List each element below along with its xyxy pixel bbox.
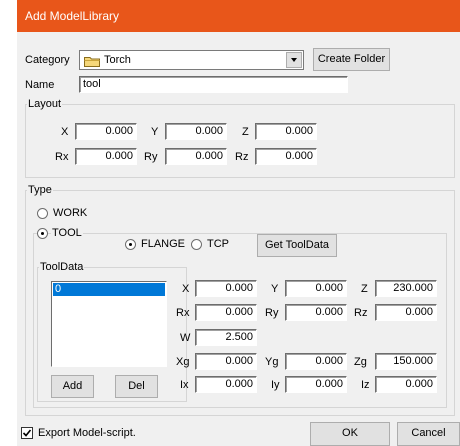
name-label: Name <box>25 79 55 91</box>
tool-z-input[interactable]: 230.000 <box>375 280 437 297</box>
tool-rx-label: Rx <box>176 307 190 319</box>
tool-zg-label: Zg <box>354 356 367 368</box>
folder-icon <box>84 56 100 67</box>
window-title: Add ModelLibrary <box>25 9 120 23</box>
tool-radio-label: TOOL <box>51 226 83 240</box>
get-tooldata-button[interactable]: Get ToolData <box>257 234 337 257</box>
tool-x-input[interactable]: 0.000 <box>195 280 257 297</box>
layout-group <box>25 104 455 178</box>
title-bar-edge <box>442 0 460 32</box>
tooldata-list[interactable]: 0 <box>51 281 167 367</box>
flange-radio[interactable] <box>125 239 136 250</box>
add-model-library-dialog: Add ModelLibrary Category Torch Create F… <box>17 0 460 446</box>
layout-x-label: X <box>61 126 69 138</box>
create-folder-button[interactable]: Create Folder <box>313 48 390 71</box>
layout-z-input[interactable]: 0.000 <box>255 123 317 140</box>
tool-yg-input[interactable]: 0.000 <box>285 353 347 370</box>
tool-y-label: Y <box>271 283 279 295</box>
tool-yg-label: Yg <box>265 356 279 368</box>
tool-radio[interactable] <box>37 228 48 239</box>
tool-z-label: Z <box>361 283 368 295</box>
tool-zg-input[interactable]: 150.000 <box>375 353 437 370</box>
tool-rx-input[interactable]: 0.000 <box>195 304 257 321</box>
layout-y-input[interactable]: 0.000 <box>165 123 227 140</box>
ok-button[interactable]: OK <box>310 422 390 446</box>
export-checkbox[interactable] <box>21 427 33 439</box>
tcp-radio-label: TCP <box>207 238 229 250</box>
tool-iz-label: Iz <box>361 379 370 391</box>
layout-z-label: Z <box>242 126 249 138</box>
list-item[interactable]: 0 <box>53 283 165 296</box>
layout-y-label: Y <box>151 126 159 138</box>
tool-iz-input[interactable]: 0.000 <box>375 376 437 393</box>
category-label: Category <box>25 54 70 66</box>
tool-ry-input[interactable]: 0.000 <box>285 304 347 321</box>
type-group-label: Type <box>27 184 53 196</box>
cancel-button[interactable]: Cancel <box>397 422 460 446</box>
tool-x-label: X <box>182 283 190 295</box>
layout-rz-input[interactable]: 0.000 <box>255 148 317 165</box>
title-bar[interactable]: Add ModelLibrary <box>17 0 460 32</box>
layout-rz-label: Rz <box>235 151 249 163</box>
del-button[interactable]: Del <box>115 375 158 398</box>
tool-xg-label: Xg <box>176 356 190 368</box>
layout-group-label: Layout <box>27 98 63 110</box>
tool-rz-label: Rz <box>354 307 368 319</box>
tool-rz-input[interactable]: 0.000 <box>375 304 437 321</box>
check-icon <box>22 429 32 437</box>
chevron-down-icon[interactable] <box>286 52 302 68</box>
tool-w-label: W <box>180 332 191 344</box>
tooldata-group-label: ToolData <box>39 261 85 273</box>
layout-ry-input[interactable]: 0.000 <box>165 148 227 165</box>
tool-xg-input[interactable]: 0.000 <box>195 353 257 370</box>
tool-y-input[interactable]: 0.000 <box>285 280 347 297</box>
add-button[interactable]: Add <box>51 375 94 398</box>
tool-iy-label: Iy <box>271 379 280 391</box>
work-radio-label: WORK <box>53 207 88 219</box>
tool-w-input[interactable]: 2.500 <box>195 329 257 346</box>
layout-ry-label: Ry <box>144 151 158 163</box>
category-select[interactable]: Torch <box>79 50 304 70</box>
tool-ry-label: Ry <box>265 307 279 319</box>
flange-radio-label: FLANGE <box>141 238 186 250</box>
name-input[interactable]: tool <box>79 76 348 93</box>
layout-rx-label: Rx <box>55 151 69 163</box>
tool-ix-label: Ix <box>180 379 189 391</box>
export-checkbox-label: Export Model-script. <box>38 427 136 439</box>
layout-x-input[interactable]: 0.000 <box>75 123 137 140</box>
tcp-radio[interactable] <box>191 239 202 250</box>
tool-iy-input[interactable]: 0.000 <box>285 376 347 393</box>
category-value: Torch <box>104 54 131 66</box>
tool-ix-input[interactable]: 0.000 <box>195 376 257 393</box>
layout-rx-input[interactable]: 0.000 <box>75 148 137 165</box>
work-radio[interactable] <box>37 208 48 219</box>
